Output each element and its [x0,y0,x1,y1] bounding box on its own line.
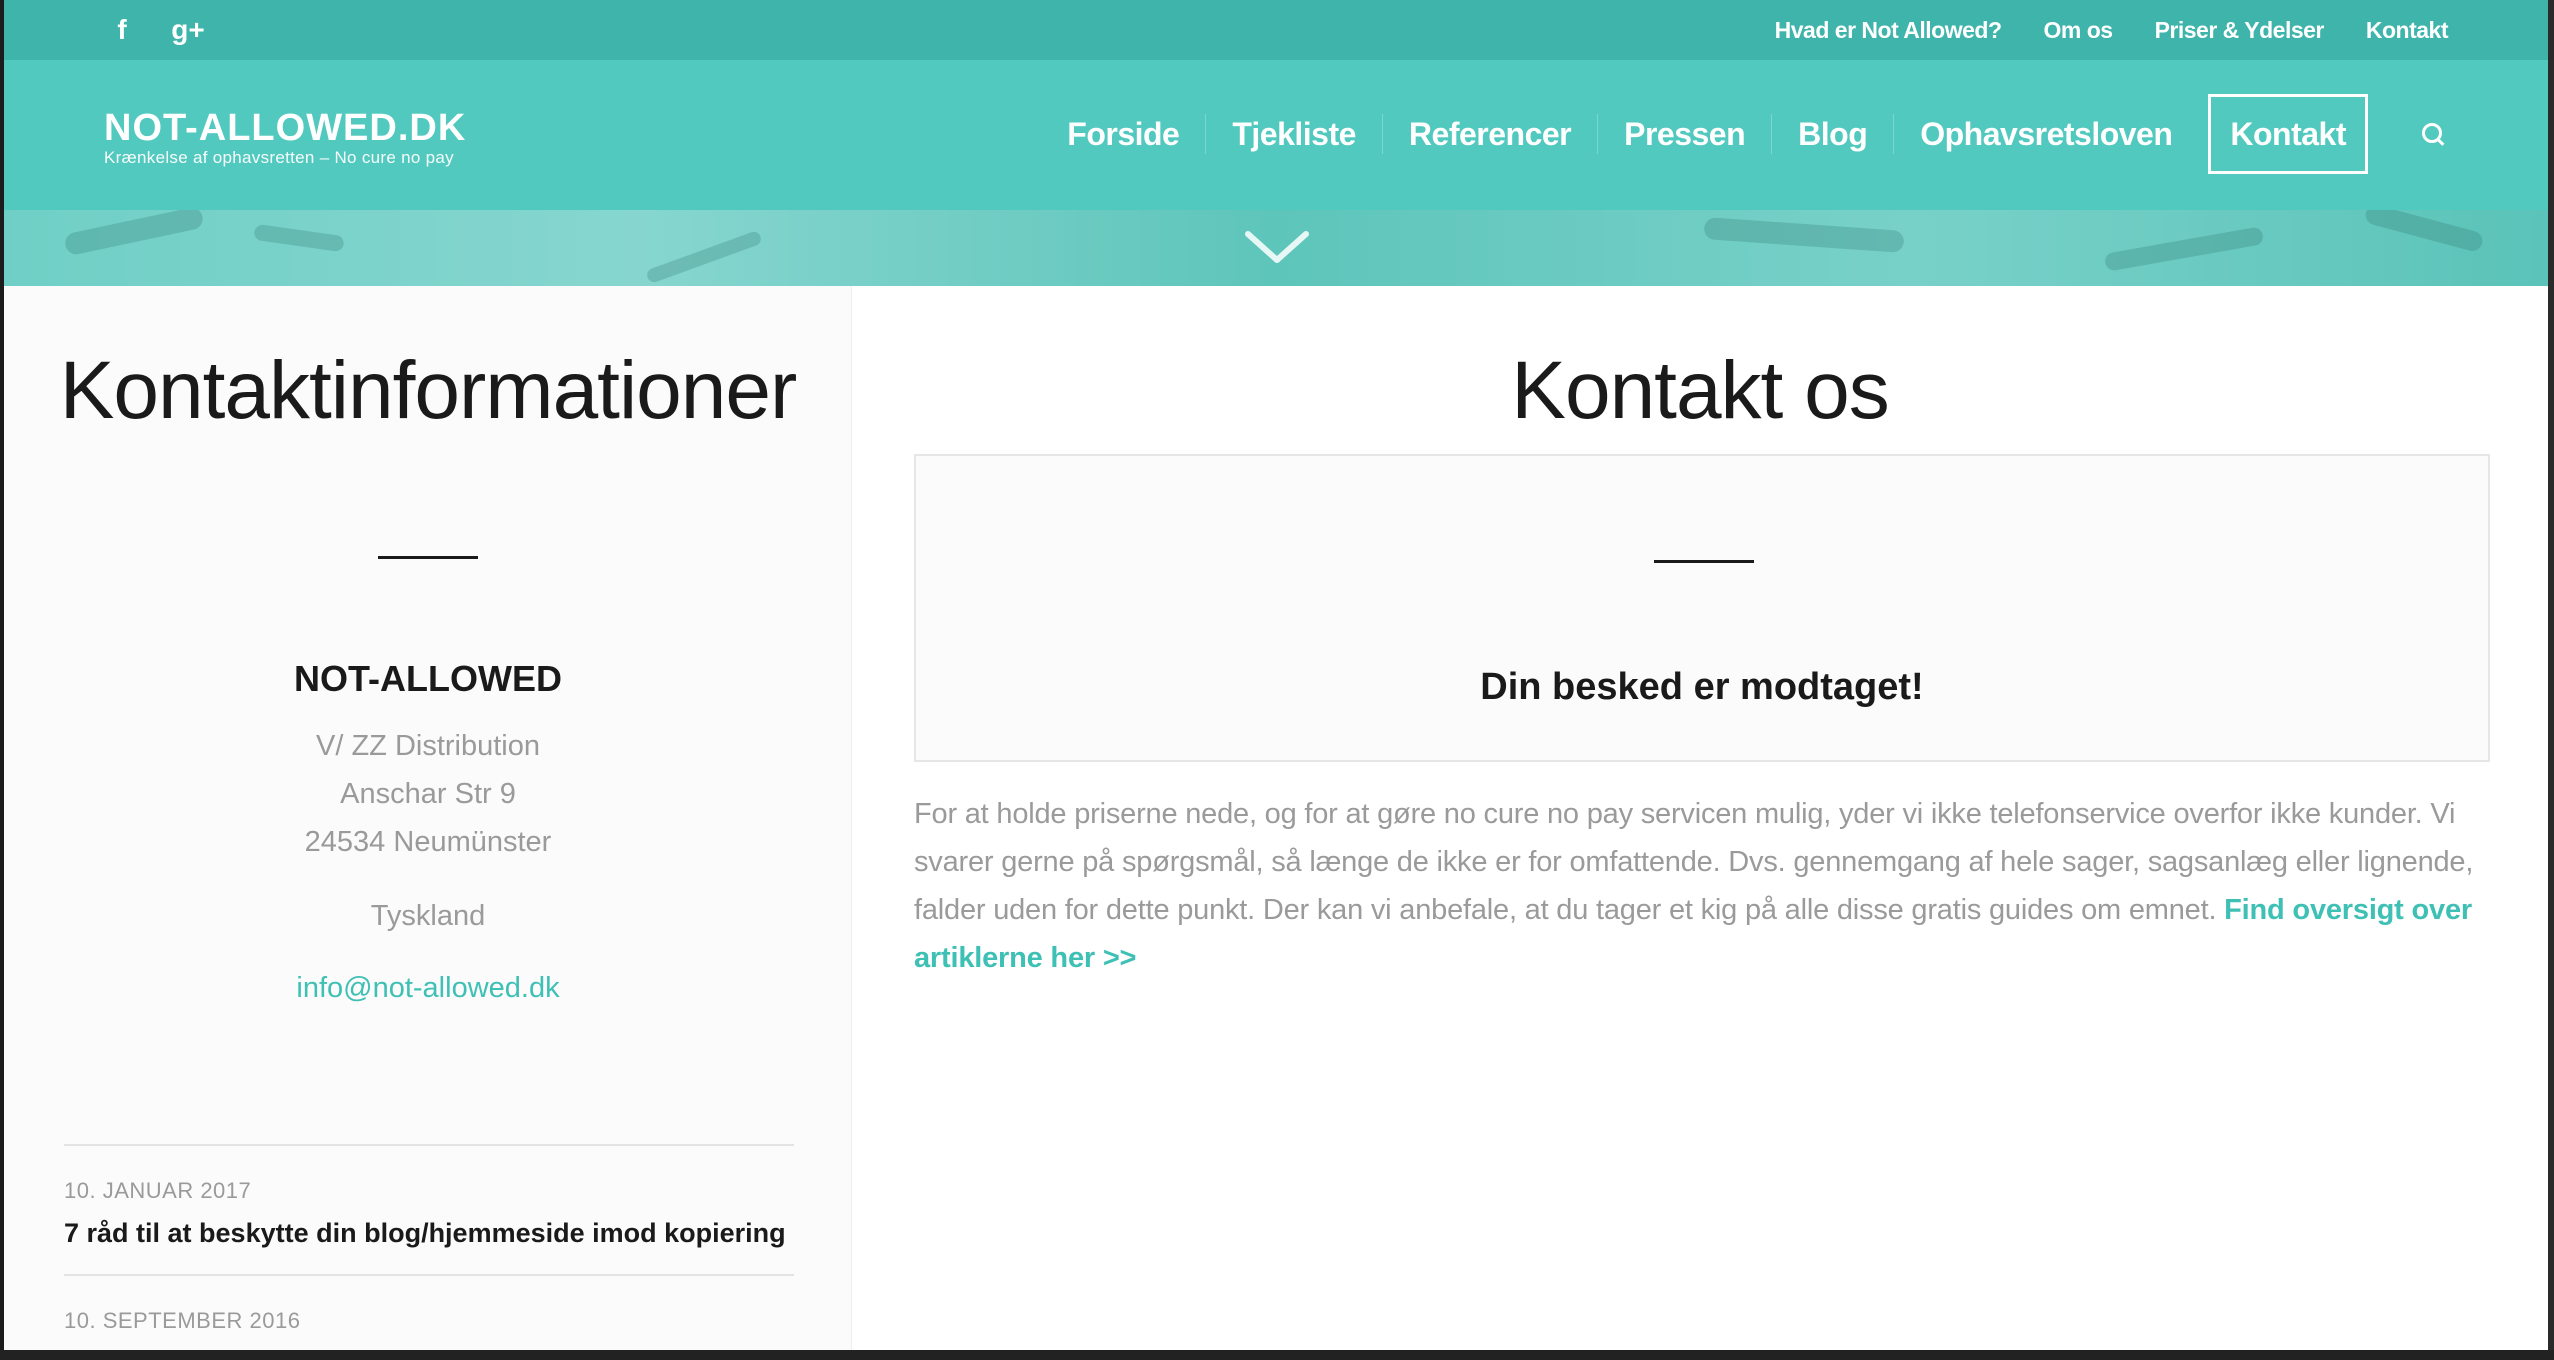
post-date: 10. JANUAR 2017 [64,1178,252,1203]
page-title: Kontakt os [1511,345,1889,436]
chevron-down-icon[interactable] [1242,228,1312,268]
search-icon[interactable] [2418,119,2448,149]
nav-item-blog[interactable]: Blog [1771,114,1893,154]
nav-item-tjekliste[interactable]: Tjekliste [1205,114,1382,154]
sidebar-title: Kontaktinformationer [59,345,798,436]
logo-name: NOT-ALLOWED.DK [104,107,467,149]
window-bottom-edge [0,1350,2554,1360]
contact-address: NOT-ALLOWED V/ ZZ Distribution Anschar S… [4,658,852,1012]
site-header: NOT-ALLOWED.DK Krænkelse af ophavsretten… [4,60,2548,210]
window-edge [2548,0,2554,1360]
nav-item-kontakt[interactable]: Kontakt [2208,94,2368,174]
top-nav-link-kontakt[interactable]: Kontakt [2366,17,2449,44]
address-line-1: V/ ZZ Distribution [316,730,540,762]
address-country: Tyskland [370,900,486,932]
logo-tagline: Krænkelse af ophavsretten – No cure no p… [104,148,454,167]
post-title-link[interactable]: 7 råd til at beskytte din blog/hjemmesid… [64,1218,786,1249]
confirmation-box: Din besked er modtaget! [914,454,2490,762]
post-separator [64,1144,794,1146]
social-links: f g+ [104,12,206,48]
address-line-3: 24534 Neumünster [304,826,552,858]
address-line-2: Anschar Str 9 [340,778,516,810]
nav-item-ophavsretsloven[interactable]: Ophavsretsloven [1893,114,2198,154]
google-plus-icon[interactable]: g+ [170,12,206,48]
post-date: 10. SEPTEMBER 2016 [64,1308,301,1333]
top-nav-link-priser[interactable]: Priser & Ydelser [2155,17,2325,44]
top-nav: Hvad er Not Allowed? Om os Priser & Ydel… [1775,0,2449,60]
header-banner [4,210,2548,286]
confirmation-divider [1654,560,1754,563]
top-nav-link-hvad-er[interactable]: Hvad er Not Allowed? [1775,17,2002,44]
sidebar: Kontaktinformationer NOT-ALLOWED V/ ZZ D… [4,286,852,1350]
nav-item-forside[interactable]: Forside [1041,114,1205,154]
info-paragraph: For at holde priserne nede, og for at gø… [914,790,2494,982]
page: f g+ Hvad er Not Allowed? Om os Priser &… [4,0,2548,1350]
confirmation-message: Din besked er modtaget! [1480,666,1924,708]
main-nav: Forside Tjekliste Referencer Pressen Blo… [1041,94,2448,174]
nav-item-pressen[interactable]: Pressen [1597,114,1771,154]
post-separator [64,1274,794,1276]
nav-item-referencer[interactable]: Referencer [1381,114,1597,154]
site-logo[interactable]: NOT-ALLOWED.DK Krænkelse af ophavsretten… [104,108,466,168]
facebook-icon[interactable]: f [104,12,140,48]
contact-email-link[interactable]: info@not-allowed.dk [4,964,852,1012]
top-bar: f g+ Hvad er Not Allowed? Om os Priser &… [4,0,2548,60]
top-nav-link-om-os[interactable]: Om os [2044,17,2114,44]
sidebar-divider [378,556,478,559]
company-name: NOT-ALLOWED [294,658,562,699]
